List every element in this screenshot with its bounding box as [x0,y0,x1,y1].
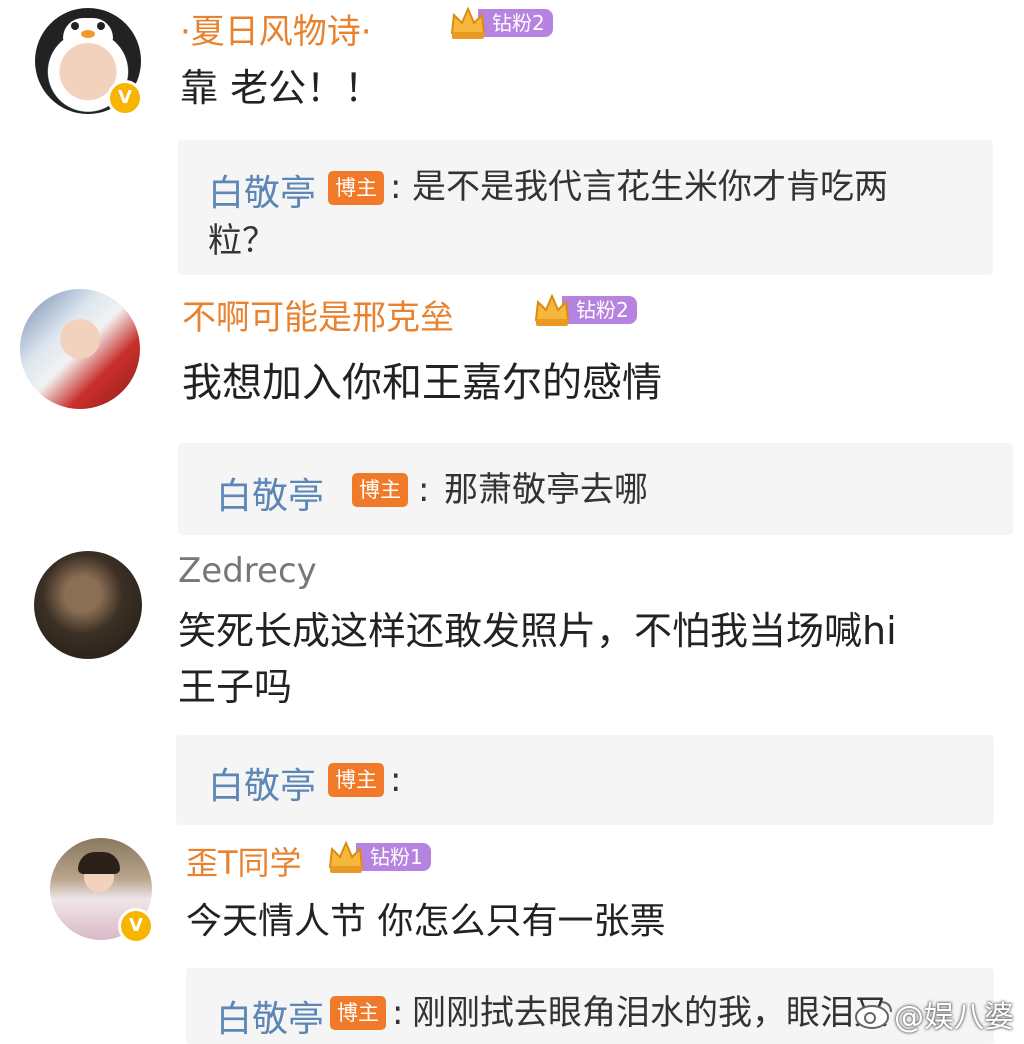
username[interactable]: 歪T同学 [186,838,302,884]
comment-3: Zedrecy 笑死长成这样还敢发照片，不怕我当场喊hi 王子吗 白敬亭 博主 … [0,545,1024,830]
reply-box[interactable]: 白敬亭 博主 : 那萧敬亭去哪 [178,443,1013,535]
blogger-tag: 博主 [352,473,408,507]
fan-badge: 钻粉2 [448,6,553,40]
crown-icon [450,6,486,39]
comment-text: 笑死长成这样还敢发照片，不怕我当场喊hi [178,609,897,653]
reply-box[interactable]: 白敬亭 博主 : [176,735,994,825]
blogger-tag: 博主 [330,996,386,1030]
username[interactable]: Zedrecy [178,551,317,591]
avatar[interactable] [20,289,140,409]
reply-text-line2: 粒？ [208,221,276,261]
blogger-tag: 博主 [328,171,384,205]
reply-separator: : [390,167,402,207]
reply-separator: : [418,470,430,510]
crown-icon [328,840,364,873]
avatar[interactable]: V [35,8,143,116]
comment-text: 我想加入你和王嘉尔的感情 [182,360,662,406]
verified-icon: V [118,908,154,944]
fan-badge: 钻粉1 [326,840,431,874]
verified-icon: V [107,80,143,116]
comment-text: 靠 老公！！ [180,66,383,110]
reply-separator: : [390,760,402,800]
comment-1: V ·夏日风物诗· 钻粉2 靠 老公！！ 白敬亭 博主 : 是不是我代言花生米你… [0,0,1024,285]
reply-username[interactable]: 白敬亭 [208,757,316,809]
comment-2: 不啊可能是邢克垒 钻粉2 我想加入你和王嘉尔的感情 白敬亭 博主 : 那萧敬亭去… [0,285,1024,545]
fan-badge: 钻粉2 [532,293,637,327]
watermark: @娱八婆 [854,992,1014,1036]
reply-text: 是不是我代言花生米你才肯吃两 [412,167,888,207]
avatar[interactable] [34,551,142,659]
reply-box[interactable]: 白敬亭 博主 : 是不是我代言花生米你才肯吃两 粒？ [178,140,993,275]
crown-icon [534,293,570,326]
username[interactable]: ·夏日风物诗· [180,4,372,53]
blogger-tag: 博主 [328,763,384,797]
reply-separator: : [392,993,404,1033]
weibo-logo-icon [855,1001,892,1029]
comment-text: 今天情人节 你怎么只有一张票 [186,901,666,942]
reply-text: 刚刚拭去眼角泪水的我，眼泪又 [412,993,888,1033]
reply-username[interactable]: 白敬亭 [216,467,324,519]
reply-username[interactable]: 白敬亭 [208,164,316,216]
comment-text-line2: 王子吗 [178,665,293,709]
avatar[interactable]: V [50,838,154,944]
username[interactable]: 不啊可能是邢克垒 [182,290,454,339]
reply-username[interactable]: 白敬亭 [216,990,324,1042]
reply-text: 那萧敬亭去哪 [444,470,648,510]
